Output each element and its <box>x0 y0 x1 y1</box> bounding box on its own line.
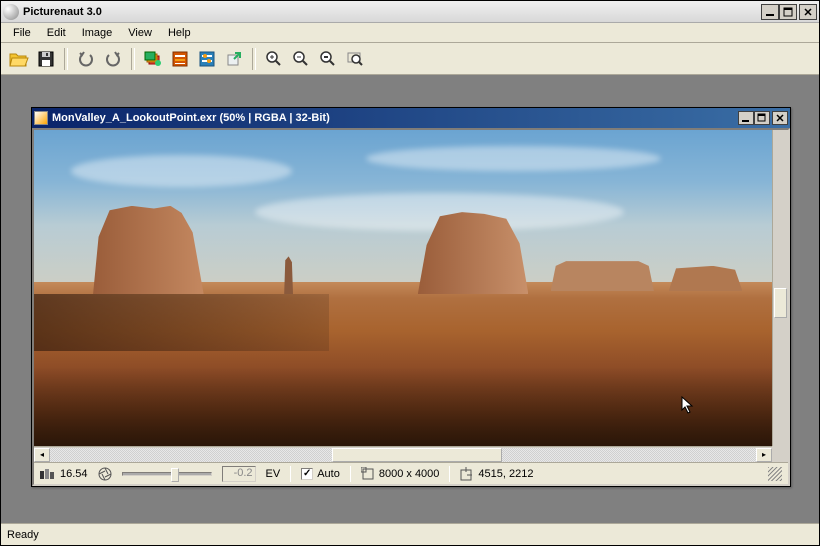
tone-map-button[interactable] <box>168 47 192 71</box>
zoom-fit-button[interactable] <box>316 47 340 71</box>
document-title: MonValley_A_LookoutPoint.exr (50% | RGBA… <box>52 112 738 124</box>
document-status-bar: 16.54 -0.2 EV ✓ Auto <box>34 462 788 484</box>
zoom-actual-button[interactable] <box>343 47 367 71</box>
maximize-button[interactable] <box>779 4 797 20</box>
scroll-right-button[interactable]: ▸ <box>756 448 772 462</box>
scroll-corner <box>772 446 788 462</box>
document-window[interactable]: MonValley_A_LookoutPoint.exr (50% | RGBA… <box>31 107 791 487</box>
image-canvas[interactable] <box>34 130 772 446</box>
export-button[interactable] <box>222 47 246 71</box>
main-window: Picturenaut 3.0 File Edit Image View Hel… <box>0 0 820 546</box>
ev-label: EV <box>266 468 281 480</box>
save-button[interactable] <box>34 47 58 71</box>
dimensions-value: 8000 x 4000 <box>379 468 440 480</box>
aperture-icon <box>98 467 112 481</box>
zoom-in-button[interactable] <box>262 47 286 71</box>
redo-button[interactable] <box>101 47 125 71</box>
open-button[interactable] <box>7 47 31 71</box>
zoom-out-button[interactable] <box>289 47 313 71</box>
menu-file[interactable]: File <box>5 25 39 41</box>
menu-edit[interactable]: Edit <box>39 25 74 41</box>
toolbar <box>1 43 819 75</box>
document-icon <box>34 111 48 125</box>
cursor-pos-value: 4515, 2212 <box>478 468 533 480</box>
menu-image[interactable]: Image <box>74 25 121 41</box>
vertical-scrollbar[interactable] <box>772 130 788 446</box>
close-button[interactable] <box>799 4 817 20</box>
ev-offset-field[interactable]: -0.2 <box>222 466 256 482</box>
auto-checkbox[interactable]: ✓ <box>301 468 313 480</box>
exposure-icon <box>40 468 56 480</box>
document-body: ◂ ▸ 16.54 -0.2 EV <box>32 128 790 486</box>
menu-help[interactable]: Help <box>160 25 199 41</box>
title-bar[interactable]: Picturenaut 3.0 <box>1 1 819 23</box>
dimensions-icon <box>361 467 375 481</box>
exposure-slider[interactable] <box>122 472 212 476</box>
menu-view[interactable]: View <box>120 25 160 41</box>
minimize-button[interactable] <box>761 4 779 20</box>
doc-minimize-button[interactable] <box>738 111 754 125</box>
app-title: Picturenaut 3.0 <box>23 6 761 18</box>
hscroll-thumb[interactable] <box>332 448 501 462</box>
workspace: MonValley_A_LookoutPoint.exr (50% | RGBA… <box>1 75 819 523</box>
main-status-bar: Ready <box>1 523 819 545</box>
horizontal-scrollbar[interactable]: ◂ ▸ <box>34 446 772 462</box>
undo-button[interactable] <box>74 47 98 71</box>
menu-bar: File Edit Image View Help <box>1 23 819 43</box>
auto-label: Auto <box>317 468 340 480</box>
ev-value: 16.54 <box>60 468 88 480</box>
cursor-pos-icon <box>460 467 474 481</box>
status-text: Ready <box>7 529 39 541</box>
adjust-button[interactable] <box>195 47 219 71</box>
scroll-left-button[interactable]: ◂ <box>34 448 50 462</box>
doc-maximize-button[interactable] <box>754 111 770 125</box>
app-icon <box>3 4 19 20</box>
resize-grip[interactable] <box>768 467 782 481</box>
doc-close-button[interactable] <box>772 111 788 125</box>
slider-thumb[interactable] <box>171 468 179 482</box>
document-title-bar[interactable]: MonValley_A_LookoutPoint.exr (50% | RGBA… <box>32 108 790 128</box>
hdr-merge-button[interactable] <box>141 47 165 71</box>
